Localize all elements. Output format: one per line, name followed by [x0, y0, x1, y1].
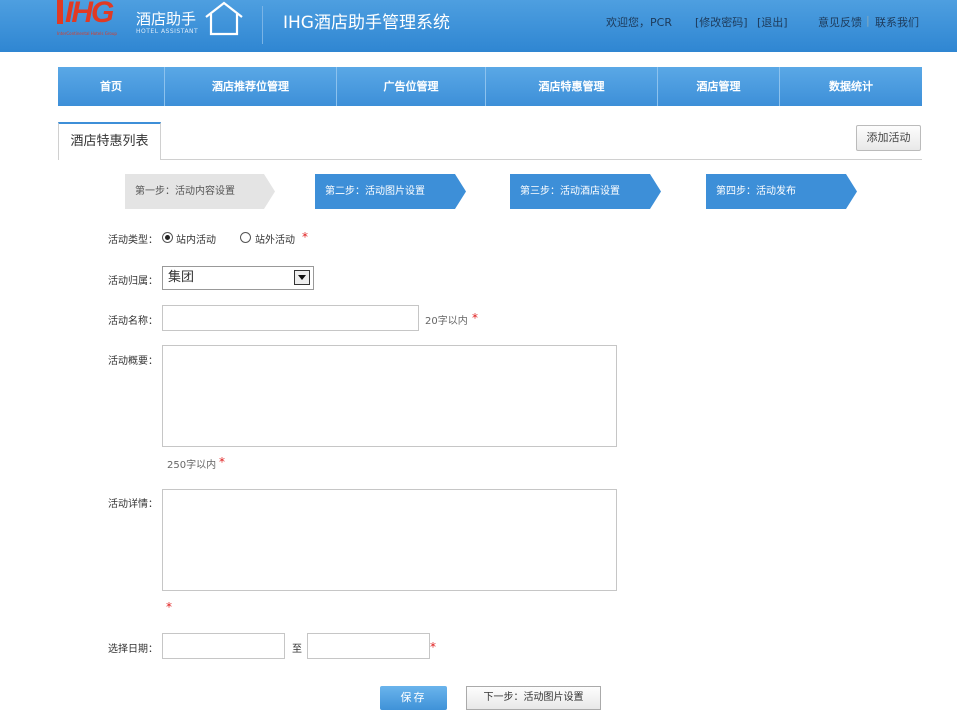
ihg-logo: IHG InterContinental Hotels Group — [55, 0, 125, 40]
contact-link[interactable]: 联系我们 — [875, 14, 919, 30]
logout-link[interactable]: [退出] — [757, 14, 788, 30]
tab-underline — [58, 159, 922, 160]
activity-name-input[interactable] — [162, 305, 419, 331]
required-mark: * — [302, 230, 308, 244]
header-divider — [262, 6, 263, 44]
feedback-link[interactable]: 意见反馈 — [818, 14, 862, 30]
owner-value: 集团 — [168, 270, 195, 285]
required-mark: * — [166, 600, 172, 614]
owner-select[interactable]: 集团 — [162, 266, 314, 290]
activity-summary-textarea[interactable] — [162, 345, 617, 447]
logo-subtitle: InterContinental Hotels Group — [57, 31, 117, 36]
house-icon — [205, 1, 243, 36]
system-title: IHG酒店助手管理系统 — [283, 13, 450, 33]
top-header: IHG InterContinental Hotels Group 酒店助手 H… — [0, 0, 957, 52]
detail-label: 活动详情： — [108, 499, 158, 510]
step-2-label: 第二步：活动图片设置 — [325, 186, 425, 197]
radio-external[interactable] — [240, 232, 251, 243]
radio-internal[interactable] — [162, 232, 173, 243]
nav-hotel-deals[interactable]: 酒店特惠管理 — [486, 67, 658, 106]
end-date-input[interactable] — [307, 633, 430, 659]
add-activity-button[interactable]: 添加活动 — [856, 125, 921, 151]
nav-ad-slots[interactable]: 广告位管理 — [337, 67, 486, 106]
date-label: 选择日期： — [108, 644, 158, 655]
date-to-text: 至 — [292, 644, 302, 655]
nav-home[interactable]: 首页 — [58, 67, 165, 106]
name-hint: 20字以内 — [425, 316, 468, 327]
logo-text: IHG — [65, 0, 114, 29]
required-mark: * — [472, 311, 478, 325]
required-mark: * — [219, 455, 225, 469]
name-label: 活动名称： — [108, 316, 158, 327]
radio-external-label: 站外活动 — [255, 235, 295, 246]
chevron-down-icon — [294, 270, 310, 285]
save-button[interactable]: 保存 — [380, 686, 447, 710]
brand-name: 酒店助手 — [136, 10, 197, 28]
nav-statistics[interactable]: 数据统计 — [780, 67, 922, 106]
change-password-link[interactable]: [修改密码] — [695, 14, 748, 30]
summary-hint: 250字以内 — [167, 460, 217, 471]
brand-english: HOTEL ASSISTANT — [136, 28, 199, 35]
nav-hotel-manage[interactable]: 酒店管理 — [658, 67, 780, 106]
required-mark: * — [430, 640, 436, 654]
nav-hotel-recommend[interactable]: 酒店推荐位管理 — [165, 67, 337, 106]
owner-label: 活动归属： — [108, 276, 158, 287]
step-3-label: 第三步：活动酒店设置 — [520, 186, 620, 197]
welcome-text: 欢迎您，PCR — [606, 16, 672, 29]
activity-detail-textarea[interactable] — [162, 489, 617, 591]
radio-internal-label: 站内活动 — [176, 235, 216, 246]
main-nav: 首页 酒店推荐位管理 广告位管理 酒店特惠管理 酒店管理 数据统计 — [58, 67, 922, 106]
link-separator: | — [866, 14, 870, 27]
step-1-label: 第一步：活动内容设置 — [135, 186, 235, 197]
step-4-label: 第四步：活动发布 — [716, 186, 796, 197]
tab-deals-list[interactable]: 酒店特惠列表 — [58, 122, 161, 160]
summary-label: 活动概要： — [108, 356, 158, 367]
type-label: 活动类型： — [108, 235, 158, 246]
next-step-button[interactable]: 下一步：活动图片设置 — [466, 686, 601, 710]
start-date-input[interactable] — [162, 633, 285, 659]
